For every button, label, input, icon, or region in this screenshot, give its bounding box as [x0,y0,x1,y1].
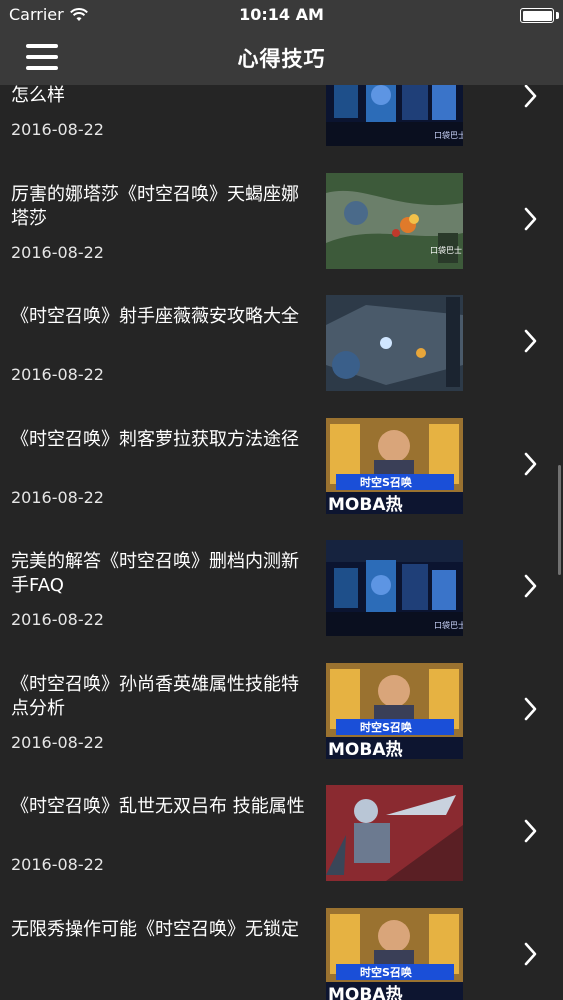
article-date: 2016-08-22 [11,487,104,507]
svg-text:时空S召唤: 时空S召唤 [360,720,412,734]
article-date: 2016-08-22 [11,855,104,874]
list-item[interactable]: 《时空召唤》孙尚香英雄属性技能特点分析 2016-08-22 时空S召唤 MOBA… [0,662,563,786]
article-date: 2016-08-22 [11,242,104,262]
article-thumbnail [326,785,463,881]
article-date: 2016-08-22 [11,365,104,384]
app-screen: Carrier 10:14 AM 心得技巧 《时空召唤》无线宝宝皮皮技能属性怎么… [0,0,563,1000]
status-bar: Carrier 10:14 AM [0,0,563,30]
article-title: 《时空召唤》孙尚香英雄属性技能特点分析 [11,673,299,719]
article-date: 2016-08-22 [11,120,104,139]
svg-text:口袋巴士: 口袋巴士 [430,245,462,255]
list-item[interactable]: 《时空召唤》射手座薇薇安攻略大全 2016-08-22 [0,295,563,418]
list-item[interactable]: 《时空召唤》无线宝宝皮皮技能属性怎么样 2016-08-22 口袋巴士 [0,85,563,173]
chevron-right-icon[interactable] [523,941,539,967]
svg-text:口袋巴士: 口袋巴士 [434,620,463,630]
article-list-track: 《时空召唤》无线宝宝皮皮技能属性怎么样 2016-08-22 口袋巴士 厉害的娜塔… [0,85,563,1000]
article-title: 《时空召唤》刺客萝拉获取方法途径 [11,428,299,450]
svg-text:时空S召唤: 时空S召唤 [360,475,412,489]
article-thumbnail [326,295,463,391]
list-item[interactable]: 《时空召唤》刺客萝拉获取方法途径 2016-08-22 时空S召唤 MOBA热 [0,417,563,541]
article-date: 2016-08-22 [11,610,104,629]
svg-text:MOBA热: MOBA热 [328,984,402,1000]
article-thumbnail: 口袋巴士 [326,172,463,269]
article-title: 完美的解答《时空召唤》删档内测新手FAQ [11,551,299,596]
svg-text:MOBA热: MOBA热 [328,739,402,759]
chevron-right-icon[interactable] [523,818,539,844]
list-item[interactable]: 完美的解答《时空召唤》删档内测新手FAQ 2016-08-22 口袋巴士 [0,540,563,663]
svg-text:时空S召唤: 时空S召唤 [360,965,412,979]
chevron-right-icon[interactable] [523,328,539,354]
status-time: 10:14 AM [239,5,324,24]
chevron-right-icon[interactable] [523,573,539,599]
svg-text:口袋巴士: 口袋巴士 [434,130,463,140]
list-item[interactable]: 无限秀操作可能《时空召唤》无锁定 时空S召唤 MOBA热 [0,907,563,1000]
article-title: 厉害的娜塔莎《时空召唤》天蝎座娜塔莎 [11,183,299,229]
battery-tip [556,12,559,19]
chevron-right-icon[interactable] [523,206,539,232]
page-title: 心得技巧 [237,47,326,71]
article-title: 《时空召唤》射手座薇薇安攻略大全 [11,306,299,327]
article-thumbnail: 时空S召唤 MOBA热 [326,907,463,1000]
chevron-right-icon[interactable] [523,696,539,722]
battery-icon [520,8,554,23]
list-item[interactable]: 《时空召唤》乱世无双吕布 技能属性 2016-08-22 [0,785,563,908]
article-thumbnail: 口袋巴士 [326,85,463,146]
chevron-right-icon[interactable] [523,85,539,109]
article-thumbnail: 时空S召唤 MOBA热 [326,662,463,759]
chevron-right-icon[interactable] [523,451,539,477]
article-date: 2016-08-22 [11,732,104,752]
article-title: 《时空召唤》无线宝宝皮皮技能属性怎么样 [11,85,65,106]
svg-text:MOBA热: MOBA热 [328,494,402,514]
article-list[interactable]: 《时空召唤》无线宝宝皮皮技能属性怎么样 2016-08-22 口袋巴士 厉害的娜塔… [0,85,563,1000]
scrollbar[interactable] [558,465,561,575]
article-thumbnail: 口袋巴士 [326,540,463,636]
article-title: 《时空召唤》乱世无双吕布 技能属性 [11,796,305,817]
list-item[interactable]: 厉害的娜塔莎《时空召唤》天蝎座娜塔莎 2016-08-22 口袋巴士 [0,172,563,296]
nav-bar: 心得技巧 [0,30,563,85]
article-title: 无限秀操作可能《时空召唤》无锁定 [11,918,299,940]
article-thumbnail: 时空S召唤 MOBA热 [326,417,463,514]
